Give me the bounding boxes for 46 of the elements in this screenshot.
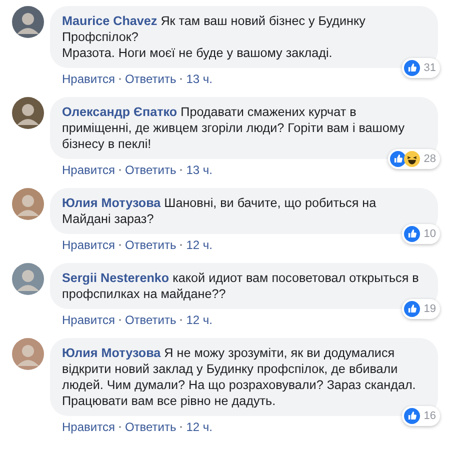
action-link[interactable]: Ответить: [124, 162, 176, 178]
comment-text: Юлия Мотузова Я не можу зрозуміти, як ви додумалися відкрити новий заклад у Будинку профспілок, де вбивали людей. Чим думали? На що розраховували? Зараз скандал. Працювати вам все рівно не дадуть.: [62, 345, 417, 409]
action-link[interactable]: Ответить: [124, 237, 176, 253]
comment-text: Sergii Nesterenko какой идиот вам посоветовал открыться в профспилках на майдане??: [62, 270, 420, 302]
separator-dot: [180, 169, 182, 171]
laughing-face-icon: [404, 151, 420, 167]
action-link[interactable]: Нравится: [62, 71, 115, 87]
action-link[interactable]: Ответить: [124, 312, 176, 328]
timestamp-link[interactable]: 13 ч.: [186, 162, 213, 178]
avatar-icon[interactable]: [12, 188, 44, 220]
separator-dot: [180, 426, 182, 428]
author-link[interactable]: Олександр Єпатко: [62, 105, 178, 119]
separator-dot: [180, 78, 182, 80]
author-link[interactable]: Юлия Мотузова: [62, 346, 161, 360]
author-link[interactable]: Sergii Nesterenko: [62, 271, 170, 285]
separator-dot: [180, 319, 182, 321]
action-link[interactable]: Нравится: [62, 237, 115, 253]
thumbs-up-icon: [404, 60, 420, 76]
thumbs-up-icon: [404, 408, 420, 424]
separator-dot: [118, 319, 121, 321]
avatar-icon[interactable]: [12, 338, 44, 370]
timestamp-link[interactable]: 12 ч.: [186, 237, 213, 253]
comment-text: Юлия Мотузова Шановні, ви бачите, що робиться на Майдані зараз?: [62, 195, 378, 227]
action-link[interactable]: Нравится: [62, 419, 115, 435]
timestamp-link[interactable]: 12 ч.: [186, 312, 213, 328]
action-link[interactable]: Ответить: [124, 419, 176, 435]
avatar-icon[interactable]: [12, 263, 44, 295]
thumbs-up-icon: [404, 301, 420, 317]
separator-dot: [118, 244, 121, 246]
thumbs-up-icon: [390, 151, 406, 167]
avatar-icon[interactable]: [12, 6, 44, 38]
action-link[interactable]: Нравится: [62, 162, 115, 178]
action-link[interactable]: Нравится: [62, 312, 115, 328]
comment-text: Олександр Єпатко Продавати смажених курчат в приміщенні, де живцем згоріли люди? Горіти вам і вашому бізнесу в пеклі!: [62, 104, 406, 152]
author-link[interactable]: Юлия Мотузова: [62, 196, 161, 210]
separator-dot: [118, 78, 121, 80]
separator-dot: [118, 169, 121, 171]
author-link[interactable]: Maurice Chavez: [62, 14, 158, 28]
timestamp-link[interactable]: 13 ч.: [186, 71, 213, 87]
separator-dot: [118, 426, 121, 428]
avatar-icon[interactable]: [12, 97, 44, 129]
action-link[interactable]: Ответить: [124, 71, 176, 87]
timestamp-link[interactable]: 12 ч.: [186, 419, 213, 435]
comment-text: Maurice Chavez Як там ваш новий бізнес у Будинку Профспілок? Мразота. Ноги моєї не буде у вашому закладі.: [62, 13, 366, 61]
separator-dot: [180, 244, 182, 246]
thumbs-up-icon: [404, 226, 420, 242]
